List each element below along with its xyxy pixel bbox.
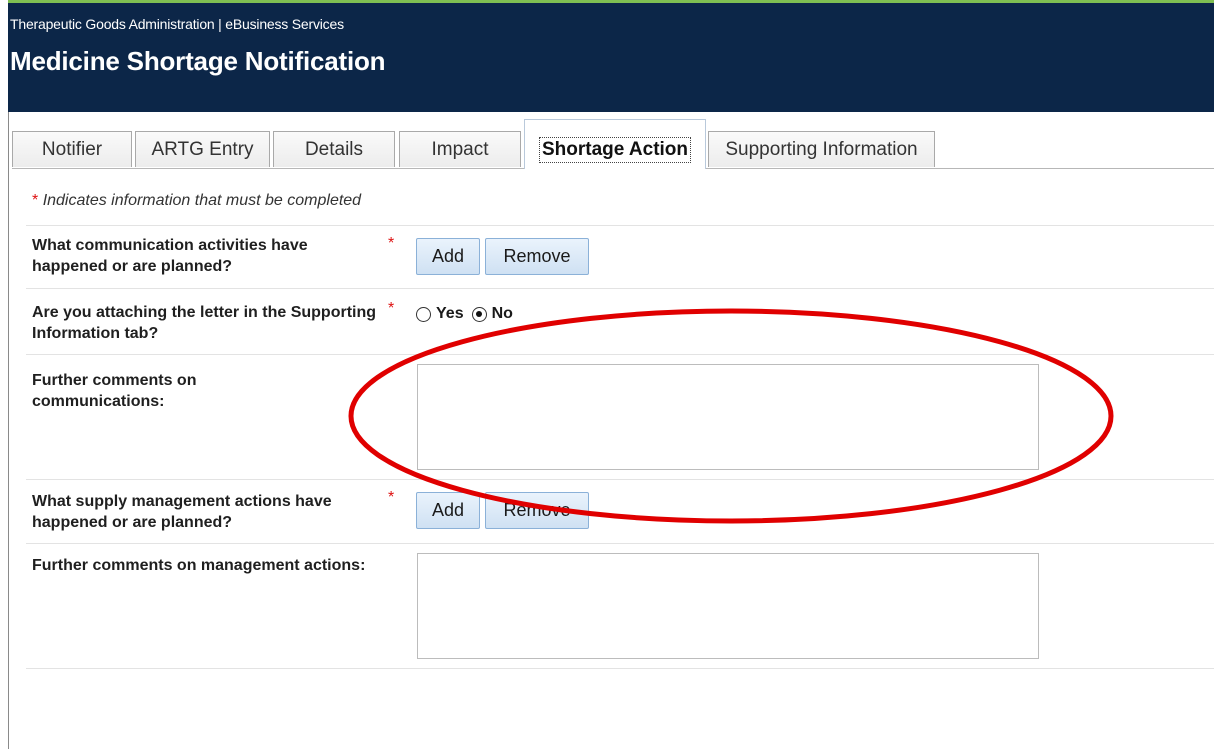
communication-activities-label: What communication activities have happe… [32,237,308,275]
row-divider [26,288,1214,289]
app-header: Therapeutic Goods Administration | eBusi… [8,3,1214,112]
comments-communications-textarea[interactable] [417,364,1039,470]
supply-remove-button[interactable]: Remove [485,492,589,529]
row-divider [26,354,1214,355]
row-divider [26,668,1214,669]
tab-artg-entry[interactable]: ARTG Entry [135,131,270,167]
comments-communications-label: Further comments on communications: [32,372,197,410]
attaching-letter-label: Are you attaching the letter in the Supp… [32,304,377,342]
required-hint-text: Indicates information that must be compl… [42,192,362,209]
communication-activities-required-mark: * [388,235,395,252]
required-hint: * Indicates information that must be com… [32,192,361,210]
organization-name: Therapeutic Goods Administration | eBusi… [10,16,344,32]
required-asterisk: * [32,192,39,209]
comments-management-label: Further comments on management actions: [32,557,366,574]
row-divider [26,543,1214,544]
tab-shortage-action[interactable]: Shortage Action [524,119,706,169]
tab-supporting-information[interactable]: Supporting Information [708,131,935,167]
radio-yes-label: Yes [436,305,464,322]
communication-add-button[interactable]: Add [416,238,480,275]
radio-yes[interactable] [416,306,431,322]
supply-add-button[interactable]: Add [416,492,480,529]
tab-bar: Notifier ARTG Entry Details Impact Short… [12,118,1214,169]
page-title: Medicine Shortage Notification [10,46,386,76]
radio-no-label: No [491,305,513,322]
radio-no[interactable] [471,306,487,322]
attaching-letter-required-mark: * [388,300,395,317]
tab-impact[interactable]: Impact [399,131,521,167]
row-divider [26,225,1214,226]
supply-management-required-mark: * [388,489,395,506]
comments-management-textarea[interactable] [417,553,1039,659]
communication-remove-button[interactable]: Remove [485,238,589,275]
tab-details[interactable]: Details [273,131,395,167]
attaching-letter-radio-group: Yes No [416,305,521,323]
content-left-border [8,112,9,749]
tab-notifier[interactable]: Notifier [12,131,132,167]
row-divider [26,479,1214,480]
supply-management-label: What supply management actions have happ… [32,493,332,531]
